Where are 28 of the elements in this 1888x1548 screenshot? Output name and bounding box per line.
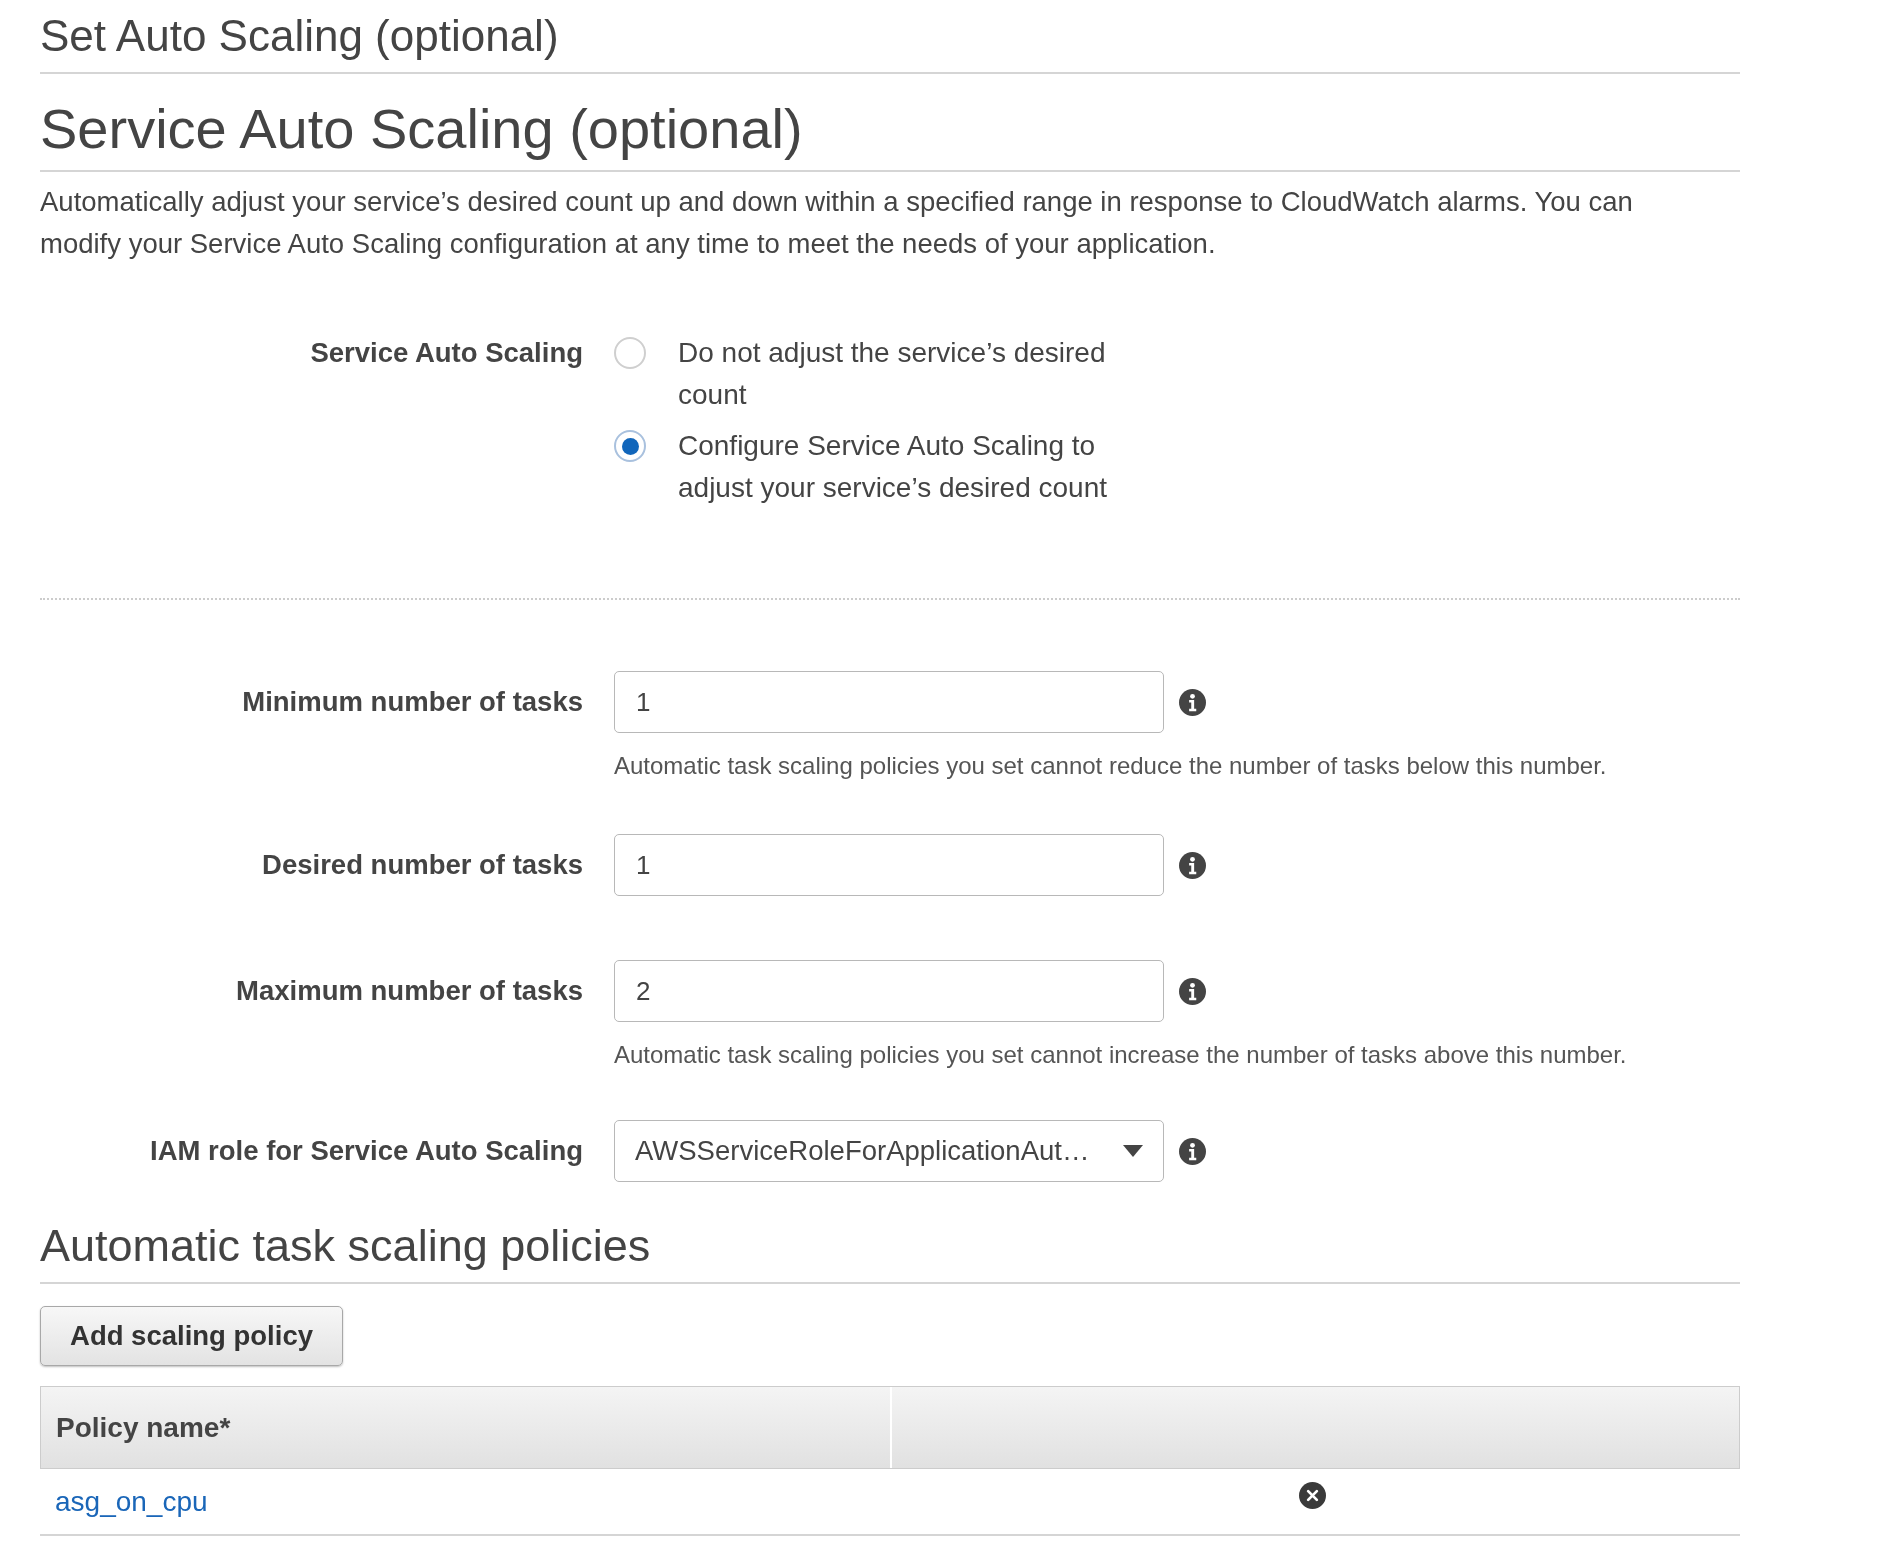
info-icon[interactable] xyxy=(1179,851,1206,879)
description-text: Automatically adjust your service’s desired count up and down within a specified range in response to CloudWatch alarms. You can modify your Service Auto Scaling configuration at any time to meet the needs of your application. xyxy=(40,185,1634,261)
policy-link[interactable]: asg_on_cpu xyxy=(55,1480,208,1523)
add-policy-button[interactable]: Add scaling policy xyxy=(40,1306,343,1366)
number-input[interactable]: 2 xyxy=(614,960,1164,1022)
close-icon[interactable] xyxy=(1298,1482,1326,1509)
info-icon[interactable] xyxy=(1179,977,1206,1005)
role-select[interactable]: AWSServiceRoleForApplicationAut… xyxy=(614,1120,1164,1182)
number-input[interactable]: 1 xyxy=(614,834,1164,896)
column-header: Policy name* xyxy=(56,1410,231,1445)
radio-button[interactable] xyxy=(614,337,646,369)
section-title: Automatic task scaling policies xyxy=(40,1220,652,1272)
field-label: Minimum number of tasks xyxy=(242,685,583,720)
radio-label[interactable]: Do not adjust the service’s desired count xyxy=(678,332,1153,416)
info-icon[interactable] xyxy=(1179,688,1206,716)
field-label: Maximum number of tasks xyxy=(236,974,583,1009)
help-text: Automatic task scaling policies you set cannot increase the number of tasks above this number. xyxy=(614,1041,1627,1068)
radio-button[interactable] xyxy=(614,430,646,462)
page-heading: Service Auto Scaling (optional) xyxy=(40,97,804,161)
section-title: Set Auto Scaling (optional) xyxy=(40,11,560,61)
number-input[interactable]: 1 xyxy=(614,671,1164,733)
help-text: Automatic task scaling policies you set cannot reduce the number of tasks below this number. xyxy=(614,752,1607,779)
caret-icon xyxy=(1123,1145,1143,1157)
field-label: IAM role for Service Auto Scaling xyxy=(150,1134,583,1169)
field-label: Service Auto Scaling xyxy=(310,336,583,370)
radio-label[interactable]: Configure Service Auto Scaling to adjust your service’s desired count xyxy=(678,425,1153,509)
info-icon[interactable] xyxy=(1179,1137,1206,1165)
field-label: Desired number of tasks xyxy=(262,848,583,883)
